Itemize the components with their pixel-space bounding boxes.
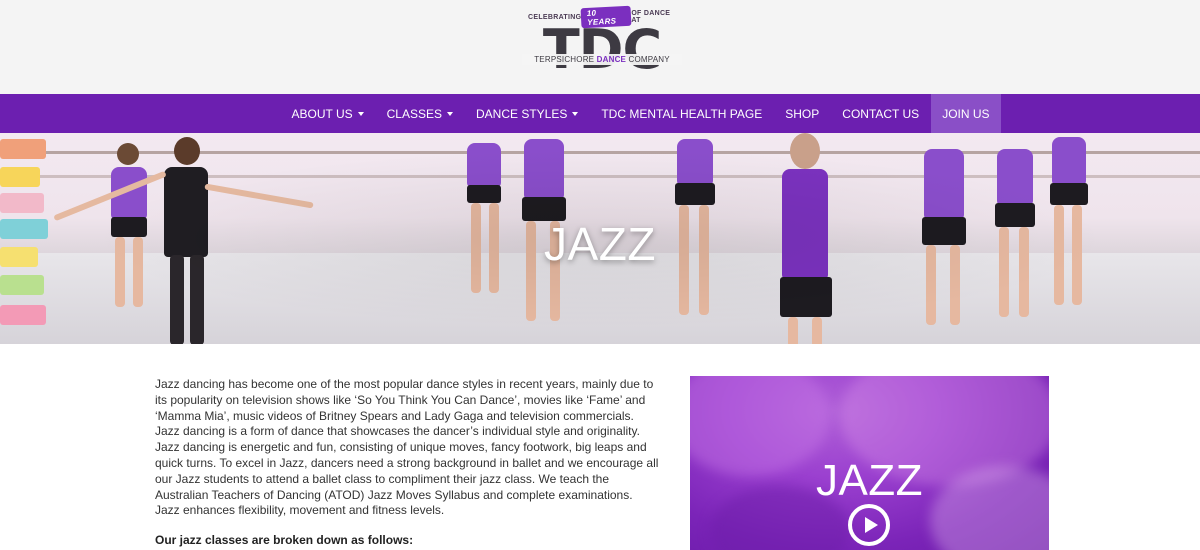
nav-item-mental-health[interactable]: TDC MENTAL HEALTH PAGE [590, 94, 774, 133]
logo-sub-prefix: TERPSICHORE [534, 55, 597, 64]
logo-sub-suffix: COMPANY [626, 55, 670, 64]
nav-menu: ABOUT US CLASSES DANCE STYLES TDC MENTAL… [280, 94, 1002, 133]
nav-item-label: SHOP [785, 106, 820, 121]
nav-item-label: TDC MENTAL HEALTH PAGE [601, 106, 763, 121]
nav-item-classes[interactable]: CLASSES [375, 94, 464, 133]
hero-title: JAZZ [544, 218, 656, 270]
classes-subheading: Our jazz classes are broken down as foll… [155, 533, 414, 547]
nav-item-label: DANCE STYLES [475, 106, 568, 121]
intro-paragraph: Jazz dancing has become one of the most … [155, 377, 659, 518]
hero-banner: JAZZ [0, 133, 1200, 344]
main-nav: ABOUT US CLASSES DANCE STYLES TDC MENTAL… [0, 94, 1200, 133]
intro-text: Jazz dancing has become one of the most … [155, 377, 660, 519]
logo-company-name: TERPSICHORE DANCE COMPANY [522, 54, 682, 65]
nav-item-join-us[interactable]: JOIN US [930, 94, 1002, 133]
nav-item-contact-us[interactable]: CONTACT US [831, 94, 931, 133]
tdc-logo[interactable]: CELEBRATING 10 YEARS OF DANCE AT TDC TER… [522, 5, 682, 88]
site-header: CELEBRATING 10 YEARS OF DANCE AT TDC TER… [0, 0, 1200, 94]
nav-item-label: CONTACT US [842, 106, 920, 121]
jazz-video-card[interactable]: JAZZ [690, 376, 1049, 550]
video-title: JAZZ [815, 456, 924, 505]
caret-down-icon [357, 111, 364, 116]
play-circle-icon[interactable] [848, 504, 890, 546]
logo-letters: TDC [542, 18, 662, 81]
caret-down-icon [572, 111, 579, 116]
nav-item-shop[interactable]: SHOP [774, 94, 831, 133]
nav-item-label: CLASSES [386, 106, 442, 121]
nav-item-dance-styles[interactable]: DANCE STYLES [464, 94, 589, 133]
nav-item-label: ABOUT US [291, 106, 353, 121]
caret-down-icon [446, 111, 453, 116]
nav-item-label: JOIN US [942, 106, 990, 121]
logo-sub-highlight: DANCE [596, 55, 627, 64]
nav-item-about-us[interactable]: ABOUT US [280, 94, 375, 133]
